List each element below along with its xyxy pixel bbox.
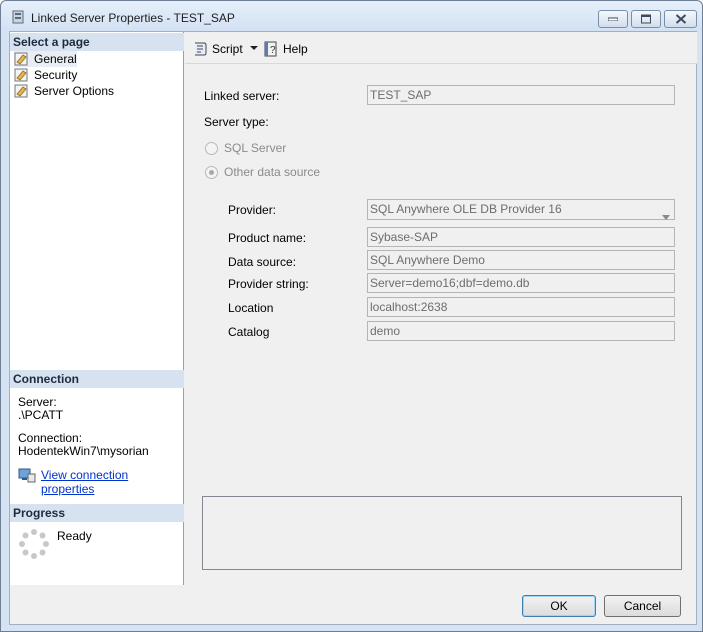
location-label: Location <box>228 301 274 315</box>
chevron-down-icon <box>662 207 670 220</box>
data-source-field[interactable]: SQL Anywhere Demo <box>367 250 675 270</box>
ok-button[interactable]: OK <box>522 595 596 617</box>
page-item-server-options[interactable]: Server Options <box>14 83 114 99</box>
view-connection-properties-link[interactable]: View connection properties <box>41 468 183 496</box>
product-name-label: Product name: <box>228 231 307 245</box>
script-button[interactable]: Script <box>192 40 243 58</box>
left-pane: Select a page General Security Server Op… <box>10 32 184 585</box>
maximize-button[interactable] <box>631 10 661 28</box>
product-name-field[interactable]: Sybase-SAP <box>367 227 675 247</box>
other-data-source-radio[interactable] <box>205 166 218 179</box>
page-icon <box>14 51 30 67</box>
catalog-label: Catalog <box>228 325 270 339</box>
sql-server-radio[interactable] <box>205 142 218 155</box>
page-label: General <box>34 52 77 66</box>
provider-string-field[interactable]: Server=demo16;dbf=demo.db <box>367 273 675 293</box>
provider-label: Provider: <box>228 203 277 217</box>
connection-header: Connection <box>10 370 184 388</box>
other-data-source-option-label: Other data source <box>224 165 321 179</box>
help-label: Help <box>283 42 308 56</box>
svg-text:?: ? <box>270 45 276 56</box>
dialog-window: Linked Server Properties - TEST_SAP Sele… <box>0 0 703 632</box>
progress-header: Progress <box>10 504 184 522</box>
script-label: Script <box>212 42 243 56</box>
maximize-icon <box>641 14 651 24</box>
progress-spinner-icon <box>18 528 50 560</box>
server-value: .\PCATT <box>18 408 64 422</box>
close-icon <box>675 14 686 24</box>
provider-string-label: Provider string: <box>228 277 309 291</box>
page-icon <box>14 67 30 83</box>
catalog-field[interactable]: demo <box>367 321 675 341</box>
close-button[interactable] <box>664 10 697 28</box>
window-title: Linked Server Properties - TEST_SAP <box>31 11 235 25</box>
message-area <box>202 496 682 570</box>
linked-server-icon <box>11 10 25 24</box>
linked-server-label: Linked server: <box>204 89 280 103</box>
progress-status: Ready <box>57 529 92 543</box>
page-item-general[interactable]: General <box>14 51 77 67</box>
data-source-label: Data source: <box>228 255 297 269</box>
minimize-button[interactable] <box>598 10 628 28</box>
connection-properties-icon <box>18 467 36 483</box>
script-dropdown-icon[interactable] <box>248 42 260 54</box>
help-icon: ? <box>263 41 279 57</box>
page-icon <box>14 83 30 99</box>
page-label: Server Options <box>34 84 115 98</box>
server-type-label: Server type: <box>204 115 269 129</box>
toolbar: Script ? Help <box>185 32 697 64</box>
minimize-icon <box>608 17 618 21</box>
provider-select-value: SQL Anywhere OLE DB Provider 16 <box>370 202 562 216</box>
sql-server-option-label: SQL Server <box>224 141 287 155</box>
title-bar[interactable]: Linked Server Properties - TEST_SAP <box>1 1 702 31</box>
linked-server-field[interactable]: TEST_SAP <box>367 85 675 105</box>
provider-select[interactable]: SQL Anywhere OLE DB Provider 16 <box>367 199 675 220</box>
select-page-header: Select a page <box>10 33 184 51</box>
script-icon <box>192 41 208 57</box>
page-label: Security <box>34 68 78 82</box>
page-item-security[interactable]: Security <box>14 67 77 83</box>
help-button[interactable]: ? Help <box>263 40 308 58</box>
connection-value: HodentekWin7\mysorian <box>18 444 149 458</box>
cancel-button[interactable]: Cancel <box>604 595 681 617</box>
dialog-client-area: Select a page General Security Server Op… <box>9 31 697 625</box>
location-field[interactable]: localhost:2638 <box>367 297 675 317</box>
